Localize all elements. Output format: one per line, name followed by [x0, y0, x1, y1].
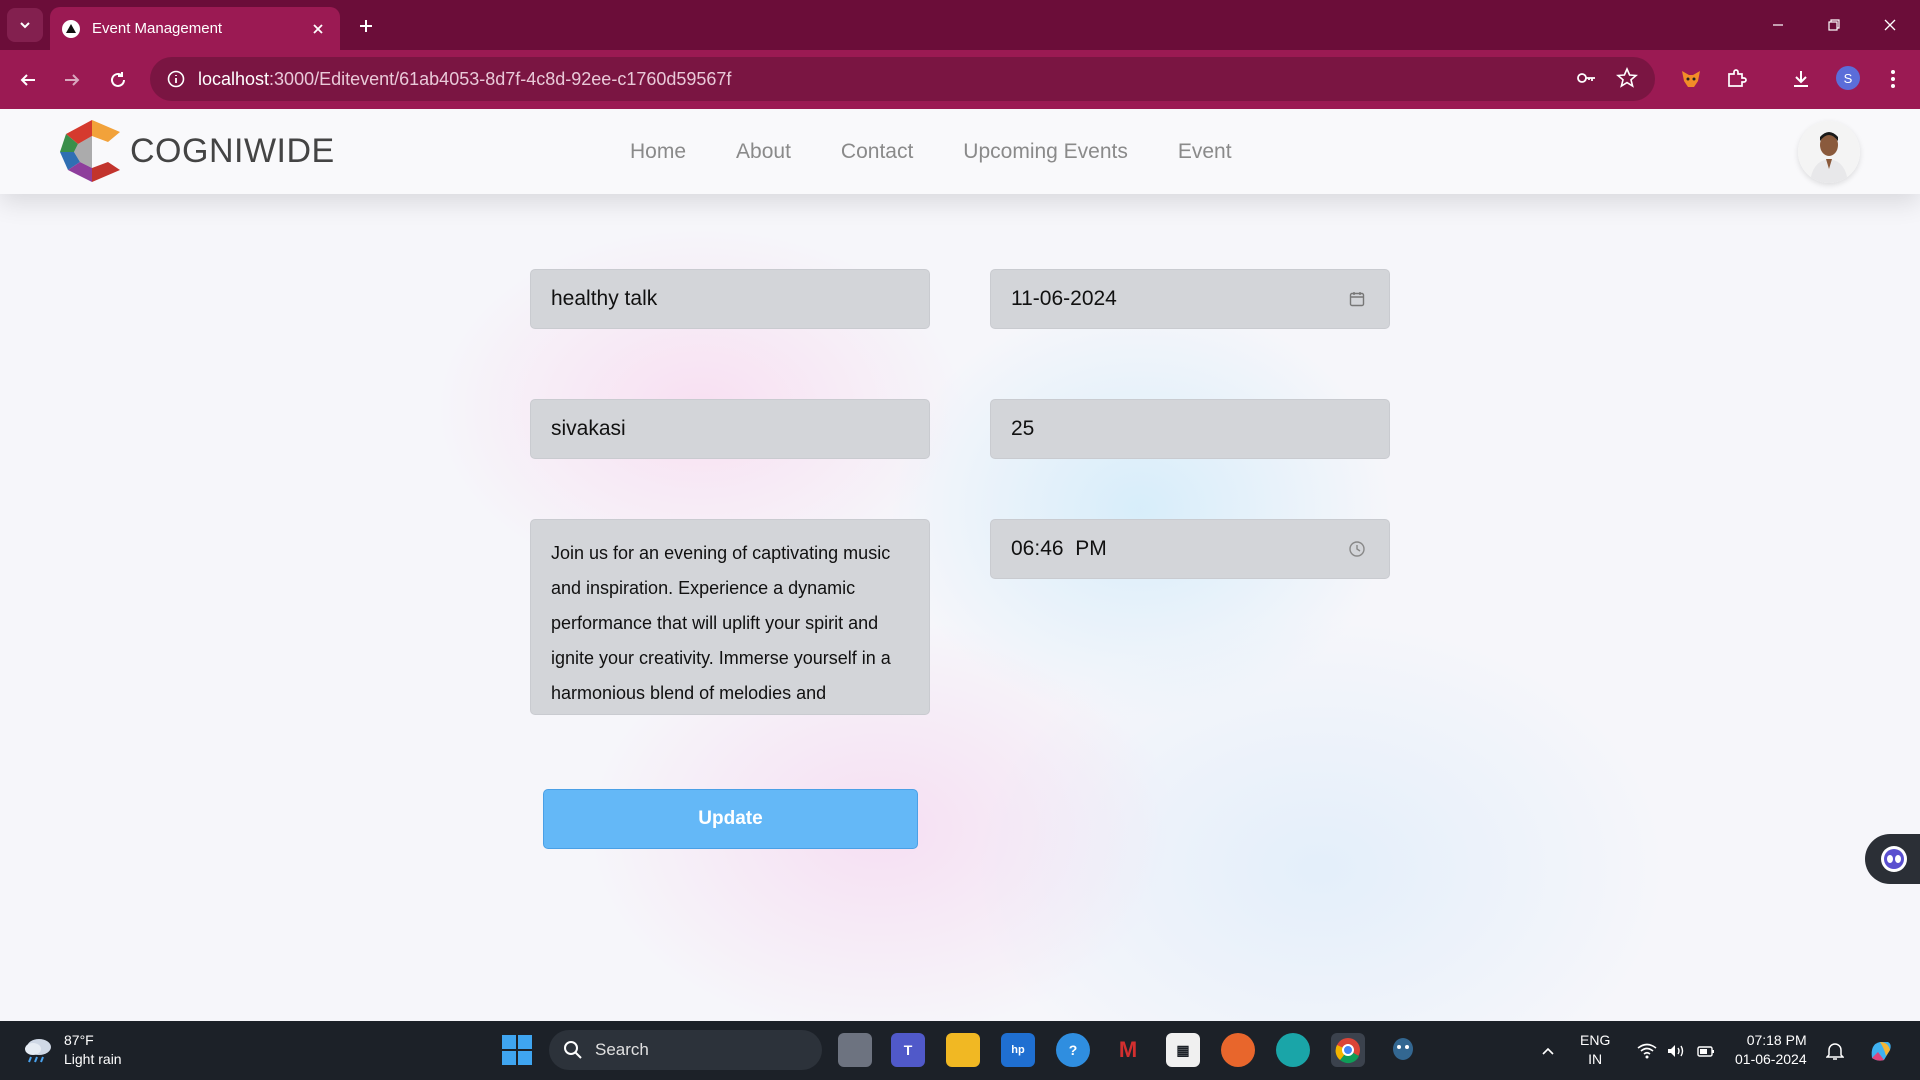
- clock-date: 01-06-2024: [1735, 1051, 1807, 1067]
- profile-avatar-button[interactable]: S: [1836, 66, 1860, 90]
- task-view-icon[interactable]: [838, 1033, 872, 1067]
- site-info-icon[interactable]: [164, 67, 188, 91]
- volume-icon[interactable]: [1666, 1021, 1686, 1080]
- lang-line1: ENG: [1580, 1032, 1611, 1048]
- nav-link-event[interactable]: Event: [1178, 140, 1232, 164]
- extensions-puzzle-icon[interactable]: [1721, 64, 1751, 94]
- user-avatar[interactable]: [1798, 121, 1860, 183]
- chrome-icon[interactable]: [1331, 1033, 1365, 1067]
- language-indicator[interactable]: ENG IN: [1580, 1031, 1610, 1069]
- description-textarea[interactable]: Join us for an evening of captivating mu…: [530, 519, 930, 715]
- nav-link-about[interactable]: About: [736, 140, 791, 164]
- nav-link-home[interactable]: Home: [630, 140, 686, 164]
- arrow-left-icon: [20, 74, 35, 86]
- lang-line2: IN: [1588, 1051, 1603, 1067]
- restore-button[interactable]: [1814, 10, 1854, 40]
- clock-time: 07:18 PM: [1746, 1032, 1807, 1048]
- update-button[interactable]: Update: [543, 789, 918, 849]
- event-time-value: 06:46 PM: [1011, 537, 1107, 560]
- location-input[interactable]: sivakasi: [530, 399, 930, 459]
- event-time-input[interactable]: 06:46 PM: [990, 519, 1390, 579]
- nav-link-upcoming-events[interactable]: Upcoming Events: [963, 140, 1128, 164]
- weather-widget[interactable]: 87°F Light rain: [22, 1031, 122, 1069]
- browser-toolbar: localhost:3000/Editevent/61ab4053-8d7f-4…: [0, 50, 1920, 109]
- calendar-icon[interactable]: [1347, 289, 1367, 309]
- myhp-icon[interactable]: hp: [1001, 1033, 1035, 1067]
- url-host: localhost: [198, 68, 270, 89]
- browser-tab-bar: Event Management: [0, 0, 1920, 50]
- tab-search-button[interactable]: [7, 8, 43, 42]
- plus-icon: [360, 20, 372, 32]
- metamask-extension-icon[interactable]: [1676, 64, 1706, 94]
- site-navbar: COGNIWIDE Home About Contact Upcoming Ev…: [0, 109, 1920, 194]
- bookmark-star-icon[interactable]: [1615, 66, 1639, 90]
- back-button[interactable]: [12, 64, 44, 96]
- minimize-icon: [1773, 24, 1783, 26]
- capacity-input[interactable]: 25: [990, 399, 1390, 459]
- reload-icon: [111, 72, 125, 87]
- notification-bell-icon[interactable]: [1826, 1021, 1844, 1080]
- edge-icon[interactable]: [1276, 1033, 1310, 1067]
- tab-close-icon[interactable]: [308, 19, 328, 39]
- tab-title: Event Management: [92, 20, 223, 37]
- chat-assistant-widget[interactable]: [1865, 834, 1920, 884]
- nav-link-contact[interactable]: Contact: [841, 140, 913, 164]
- firefox-icon[interactable]: [1221, 1033, 1255, 1067]
- page-content: COGNIWIDE Home About Contact Upcoming Ev…: [0, 109, 1920, 1021]
- system-clock[interactable]: 07:18 PM 01-06-2024: [1735, 1031, 1807, 1069]
- search-placeholder: Search: [595, 1040, 649, 1059]
- logo-text: COGNIWIDE: [130, 131, 335, 170]
- nav-links: Home About Contact Upcoming Events Event: [630, 109, 1282, 194]
- windows-taskbar: 87°F Light rain Search T hp ? M ▦ ENG IN: [0, 1021, 1920, 1080]
- file-explorer-icon[interactable]: [946, 1033, 980, 1067]
- taskbar-search[interactable]: Search: [549, 1030, 822, 1070]
- arrow-right-icon: [65, 74, 80, 86]
- password-key-icon[interactable]: [1574, 66, 1598, 90]
- url-path: :3000/Editevent/61ab4053-8d7f-4c8d-92ee-…: [269, 68, 732, 89]
- minimize-button[interactable]: [1758, 10, 1798, 40]
- mcafee-icon[interactable]: M: [1111, 1033, 1145, 1067]
- browser-tab-active[interactable]: Event Management: [50, 7, 340, 50]
- chevron-down-icon: [20, 22, 30, 29]
- show-hidden-icons[interactable]: [1540, 1021, 1556, 1080]
- postgresql-icon[interactable]: [1386, 1033, 1420, 1067]
- download-icon[interactable]: [1786, 64, 1816, 94]
- browser-menu-icon[interactable]: [1878, 64, 1908, 94]
- search-icon: [563, 1040, 583, 1060]
- teams-icon[interactable]: T: [891, 1033, 925, 1067]
- weather-desc: Light rain: [64, 1051, 122, 1067]
- rain-cloud-icon: [25, 1039, 51, 1063]
- event-name-input[interactable]: healthy talk: [530, 269, 930, 329]
- event-date-value: 11-06-2024: [1011, 287, 1117, 310]
- windows-start-button[interactable]: [502, 1035, 532, 1065]
- wifi-icon[interactable]: [1637, 1021, 1657, 1080]
- event-date-input[interactable]: 11-06-2024: [990, 269, 1390, 329]
- cogniwide-logo[interactable]: COGNIWIDE: [58, 117, 335, 185]
- close-window-button[interactable]: [1870, 10, 1910, 40]
- forward-button[interactable]: [56, 64, 88, 96]
- restore-icon: [1828, 19, 1840, 31]
- address-bar[interactable]: localhost:3000/Editevent/61ab4053-8d7f-4…: [150, 57, 1655, 101]
- new-tab-button[interactable]: [352, 12, 380, 40]
- clock-icon[interactable]: [1347, 539, 1367, 559]
- battery-icon[interactable]: [1696, 1021, 1716, 1080]
- nextjs-favicon-icon: [62, 19, 80, 38]
- cogniwide-logo-icon: [60, 120, 120, 182]
- reload-button[interactable]: [102, 64, 134, 96]
- microsoft-store-icon[interactable]: ▦: [1166, 1033, 1200, 1067]
- close-icon: [1884, 19, 1896, 31]
- copilot-icon[interactable]: [1866, 1021, 1896, 1080]
- weather-temp: 87°F: [64, 1032, 94, 1048]
- help-icon[interactable]: ?: [1056, 1033, 1090, 1067]
- user-photo-icon: [1798, 121, 1860, 183]
- chat-bot-icon: [1881, 846, 1907, 872]
- chevron-up-icon: [1542, 1047, 1554, 1055]
